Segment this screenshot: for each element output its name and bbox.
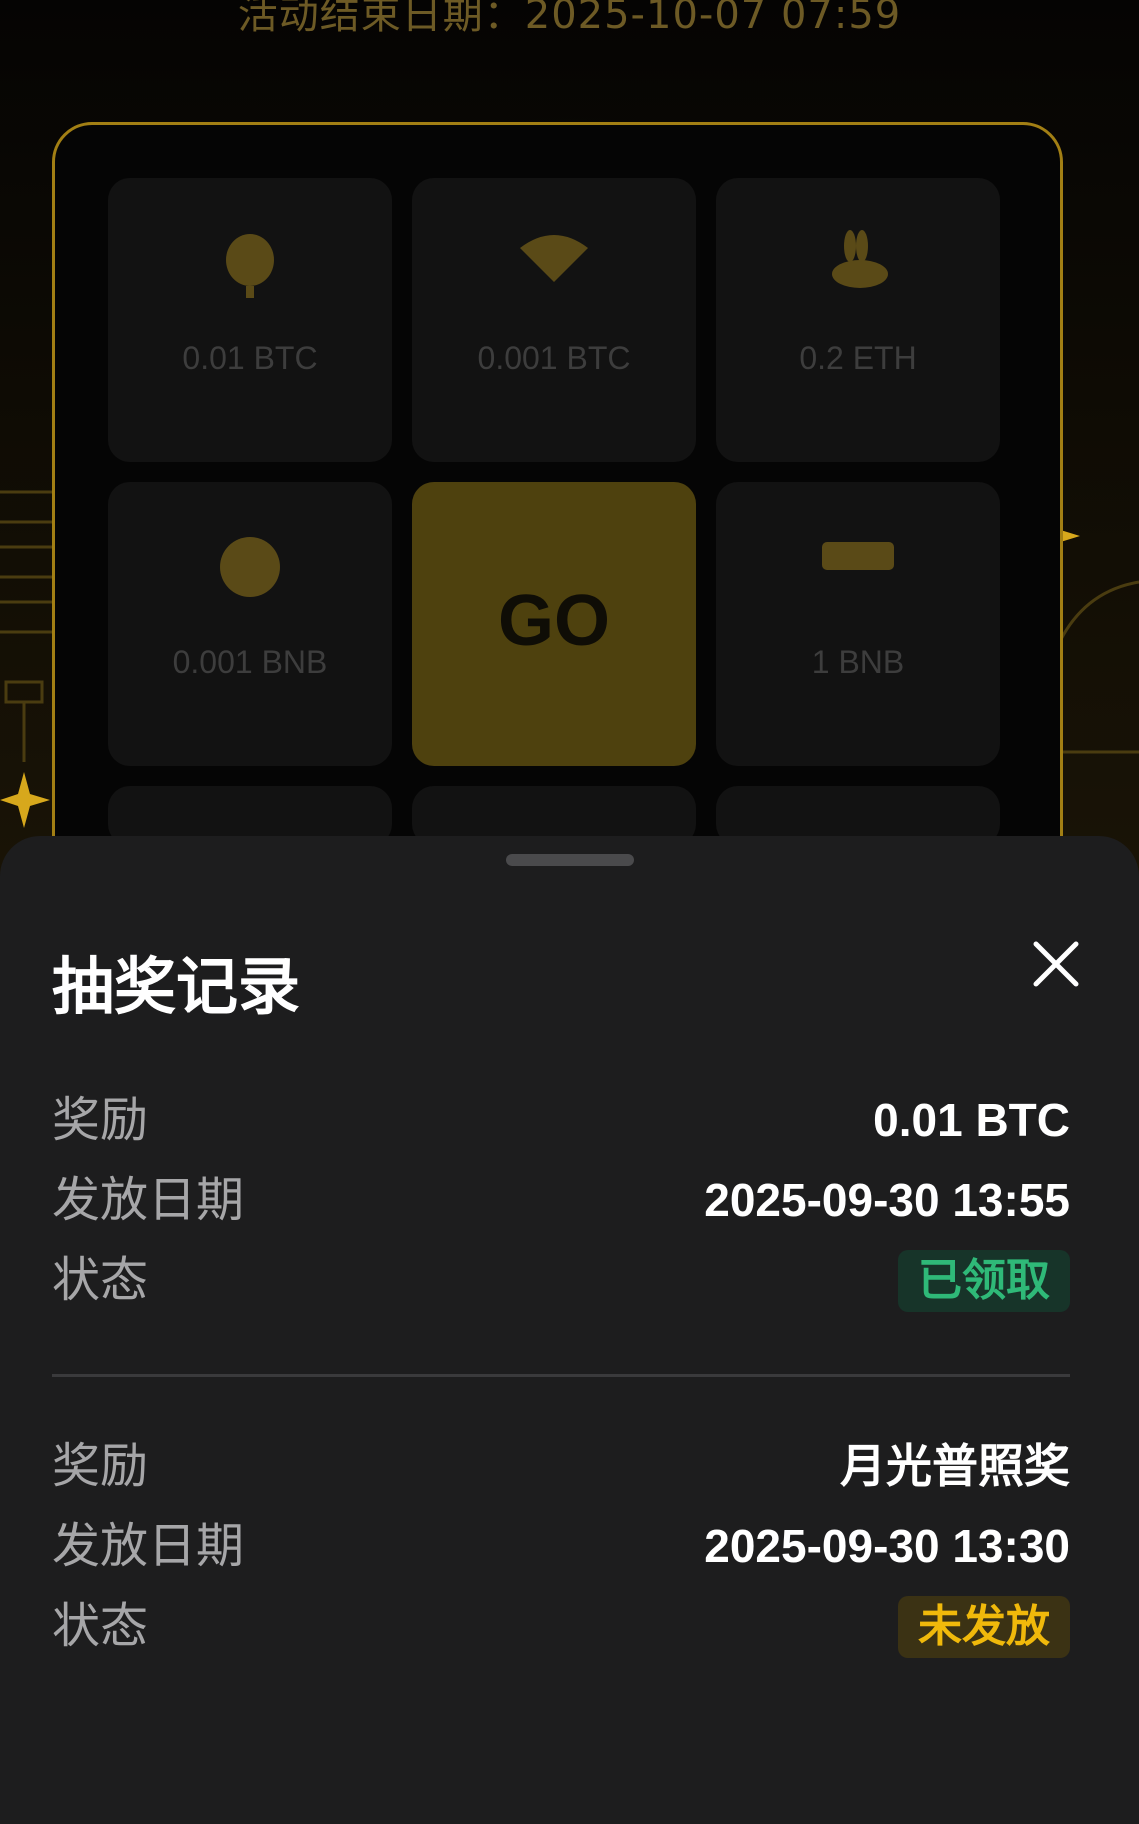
prize-cell[interactable]: 1 BNB [716,482,1000,766]
prize-cell[interactable]: 0.01 BTC [108,178,392,462]
go-label: GO [497,581,610,661]
date-label: 发放日期 [52,1172,245,1228]
rabbit-icon [716,230,1000,292]
prize-cell[interactable]: 0.2 ETH [716,178,1000,462]
go-button[interactable]: GO [412,482,696,766]
status-badge: 未发放 [898,1596,1070,1658]
record-row-status: 状态 未发放 [52,1586,1070,1666]
prize-label: 0.001 BTC [477,340,631,376]
record-row-date: 发放日期 2025-09-30 13:30 [52,1506,1070,1586]
reward-label: 奖励 [52,1092,149,1148]
record-row-date: 发放日期 2025-09-30 13:55 [52,1160,1070,1240]
sheet-title: 抽奖记录 [52,950,301,1023]
mooncake-icon [108,534,392,600]
prize-label: 0.001 BNB [172,644,328,680]
record-item: 奖励 0.01 BTC 发放日期 2025-09-30 13:55 状态 已领取 [52,1080,1070,1320]
activity-end-date: 活动结束日期：2025-10-07 07:59 [237,0,902,38]
prize-cell[interactable]: 0.001 BNB [108,482,392,766]
reward-value: 0.01 BTC [873,1094,1070,1146]
record-row-status: 状态 已领取 [52,1240,1070,1320]
record-row-reward: 奖励 0.01 BTC [52,1080,1070,1160]
prize-grid: 0.01 BTC 0.001 BTC 0.2 ETH 0.001 BNB GO … [108,178,1002,846]
date-value: 2025-09-30 13:55 [704,1174,1070,1226]
date-label: 发放日期 [52,1518,245,1574]
reward-label: 奖励 [52,1438,149,1494]
close-icon[interactable] [1028,936,1084,992]
sheet-drag-handle[interactable] [506,854,634,866]
status-label: 状态 [52,1598,149,1654]
prize-label: 1 BNB [811,644,905,680]
draw-records-sheet: 抽奖记录 奖励 0.01 BTC 发放日期 2025-09-30 13:55 状… [0,836,1139,1824]
record-row-reward: 奖励 月光普照奖 [52,1426,1070,1506]
date-value: 2025-09-30 13:30 [704,1520,1070,1572]
status-label: 状态 [52,1252,149,1308]
record-item: 奖励 月光普照奖 发放日期 2025-09-30 13:30 状态 未发放 [52,1426,1070,1666]
lantern-icon [108,230,392,300]
reward-value: 月光普照奖 [840,1440,1070,1492]
prize-label: 0.01 BTC [182,340,318,376]
status-badge: 已领取 [898,1250,1070,1312]
prize-cell[interactable]: 0.001 BTC [412,178,696,462]
fan-icon [412,230,696,286]
gold-bar-icon [716,534,1000,574]
record-divider [52,1374,1070,1377]
prize-label: 0.2 ETH [799,340,917,376]
